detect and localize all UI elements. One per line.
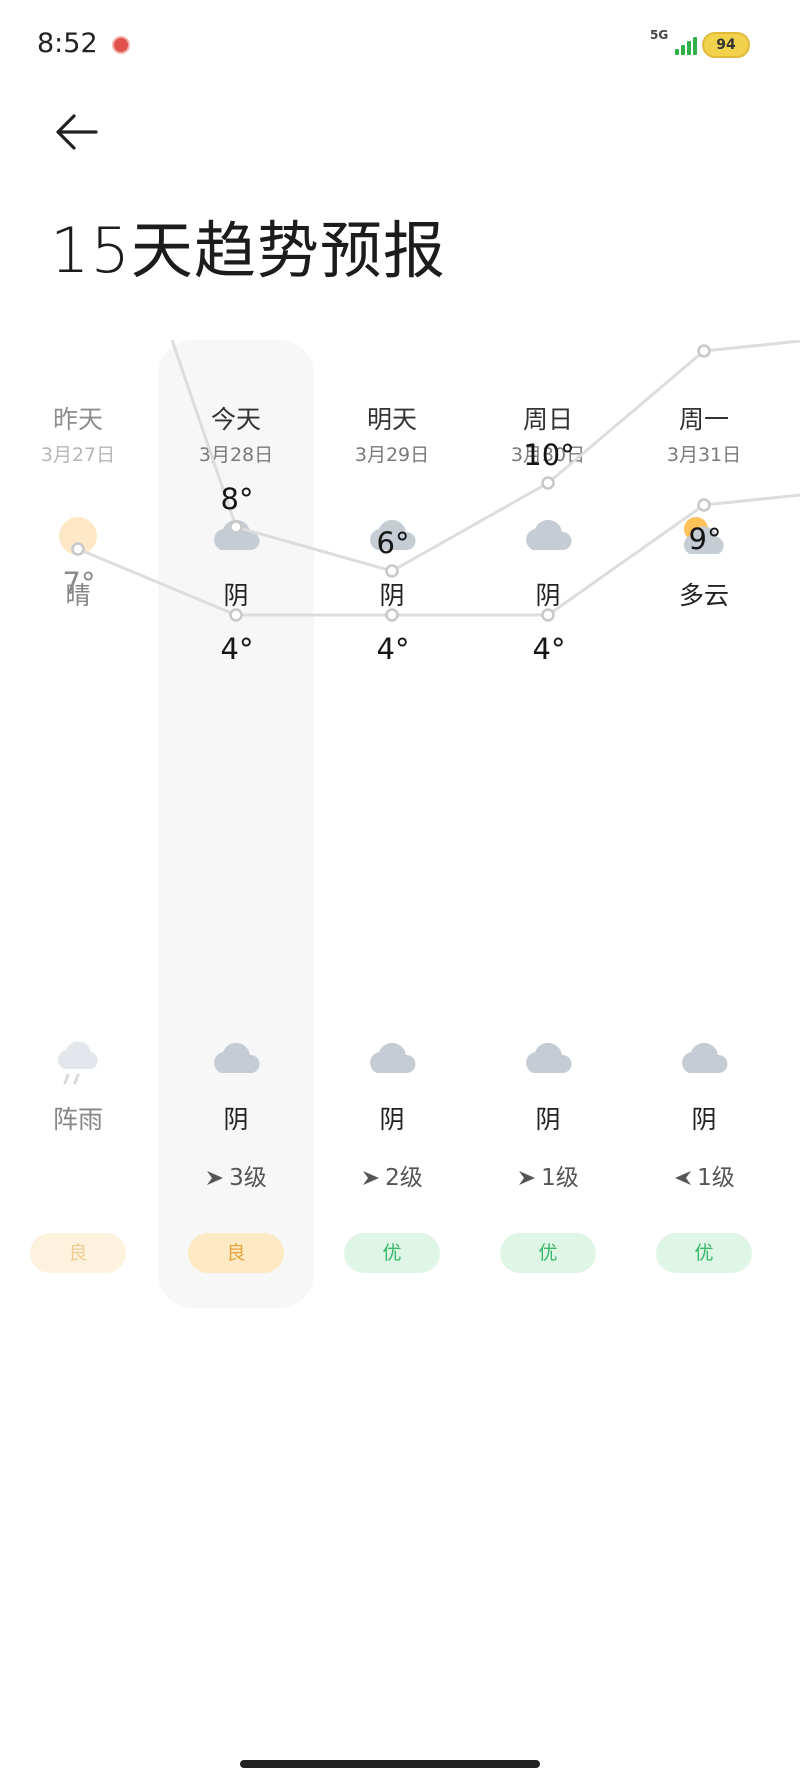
aqi-badge: 优 <box>656 1233 752 1273</box>
back-button[interactable] <box>52 108 112 156</box>
wind-level: 3级 <box>158 1158 314 1193</box>
night-condition: 阴 <box>535 1105 561 1134</box>
night-condition: 阴 <box>379 1105 405 1134</box>
high-temp-point <box>697 344 711 358</box>
low-temp-label: 4° <box>377 632 410 666</box>
status-time: 8:52 <box>37 28 98 59</box>
aqi-badge: 优 <box>344 1233 440 1273</box>
low-temp-label: 4° <box>221 632 254 666</box>
back-arrow-icon <box>56 114 98 150</box>
night-condition: 阴 <box>223 1105 249 1134</box>
battery-icon: 94 <box>702 32 750 58</box>
cloud-icon <box>210 1035 262 1083</box>
low-temp-label: 7° <box>63 566 96 600</box>
low-temp-label: 9° <box>689 522 722 556</box>
status-bar: 8:52 5G 94 <box>0 0 800 90</box>
cloud-icon <box>522 1035 574 1083</box>
high-temp-point <box>229 520 243 534</box>
low-temp-point <box>541 608 555 622</box>
home-indicator[interactable] <box>240 1760 540 1768</box>
aqi-badge: 良 <box>30 1233 126 1273</box>
signal-icon <box>675 35 701 55</box>
network-type: 5G <box>650 28 669 42</box>
wind-direction-right-icon <box>361 1167 381 1193</box>
high-temp-point <box>541 476 555 490</box>
wind-label: 2级 <box>385 1165 423 1191</box>
wind-direction-right-icon <box>517 1167 537 1193</box>
wind-level: 2级 <box>314 1158 470 1193</box>
high-temp-label: 6° <box>377 526 410 560</box>
night-condition: 阴 <box>691 1105 717 1134</box>
low-temp-label: 4° <box>533 632 566 666</box>
wind-label: 3级 <box>229 1165 267 1191</box>
wind-label: 1级 <box>697 1165 735 1191</box>
rain-icon <box>52 1035 104 1095</box>
high-temp-point <box>385 564 399 578</box>
wind-level: 1级 <box>626 1158 782 1193</box>
wind-label: 1级 <box>541 1165 579 1191</box>
wind-level: 1级 <box>470 1158 626 1193</box>
low-temp-point <box>71 542 85 556</box>
wind-direction-right-icon <box>205 1167 225 1193</box>
high-temp-label: 10° <box>523 438 574 472</box>
cloud-icon <box>366 1035 418 1083</box>
wind-direction-left-icon <box>673 1167 693 1193</box>
cloud-icon <box>678 1035 730 1083</box>
night-condition: 阵雨 <box>52 1105 103 1134</box>
temperature-chart: 29°8°6°10°16°7°4°4°4°9° <box>63 340 800 666</box>
high-temp-label: 8° <box>221 482 254 516</box>
low-temp-point <box>697 498 711 512</box>
page-title: 15天趋势预报 <box>50 214 446 287</box>
low-temp-point <box>229 608 243 622</box>
low-temp-point <box>385 608 399 622</box>
aqi-badge: 良 <box>188 1233 284 1273</box>
aqi-badge: 优 <box>500 1233 596 1273</box>
notification-app-icon <box>112 36 130 54</box>
